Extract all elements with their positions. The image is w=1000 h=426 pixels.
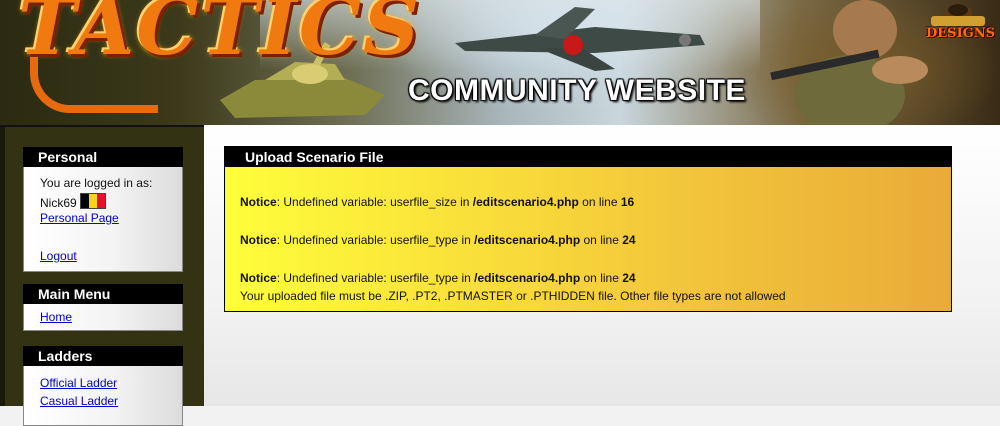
notice-text: : Undefined variable: userfile_type in bbox=[276, 233, 475, 247]
notice-line-text: on line bbox=[578, 195, 621, 209]
ladders-box: Ladders Official Ladder Casual Ladder bbox=[23, 346, 183, 426]
upload-panel: Upload Scenario File Notice: Undefined v… bbox=[224, 146, 952, 312]
notice-line-number: 24 bbox=[622, 233, 636, 247]
panel-body: Notice: Undefined variable: userfile_siz… bbox=[225, 167, 951, 311]
notice-message: Notice: Undefined variable: userfile_typ… bbox=[240, 233, 636, 247]
notice-label: Notice bbox=[240, 271, 277, 285]
personal-box-title: Personal bbox=[23, 147, 183, 167]
notice-text: : Undefined variable: userfile_type in bbox=[276, 271, 475, 285]
user-line: Nick69 bbox=[40, 193, 182, 211]
personal-box-body: You are logged in as: Nick69 Personal Pa… bbox=[23, 167, 183, 272]
notice-line-number: 16 bbox=[620, 195, 635, 209]
username: Nick69 bbox=[40, 196, 77, 210]
belgium-flag-icon bbox=[79, 193, 106, 209]
notice-file: /editscenario4.php bbox=[474, 233, 581, 247]
main-menu-body: Home bbox=[23, 304, 183, 331]
ladder-item-casual[interactable]: Casual Ladder bbox=[40, 392, 118, 410]
main-menu-box: Main Menu Home bbox=[23, 284, 183, 331]
notice-line-text: on line bbox=[580, 233, 623, 247]
panel-title: Upload Scenario File bbox=[225, 147, 951, 167]
personal-page-link[interactable]: Personal Page bbox=[40, 211, 119, 226]
banner-title: COMMUNITY WEBSITE bbox=[408, 74, 746, 107]
site-banner: TACTICS COMMUNITY WEBSITE DESIGNS bbox=[0, 0, 1000, 125]
main-content: Upload Scenario File Notice: Undefined v… bbox=[204, 125, 1000, 406]
ladder-item-official[interactable]: Official Ladder bbox=[40, 374, 117, 392]
logout-link[interactable]: Logout bbox=[40, 249, 77, 264]
upload-error-message: Your uploaded file must be .ZIP, .PT2, .… bbox=[240, 289, 786, 303]
notice-label: Notice bbox=[240, 233, 277, 247]
notice-file: /editscenario4.php bbox=[474, 271, 581, 285]
notice-file: /editscenario4.php bbox=[472, 195, 579, 209]
notice-line-number: 24 bbox=[622, 271, 636, 285]
notice-message: Notice: Undefined variable: userfile_siz… bbox=[240, 195, 634, 209]
sidebar-edge bbox=[0, 127, 5, 406]
logged-in-label: You are logged in as: bbox=[40, 176, 153, 190]
site-logo[interactable]: TACTICS bbox=[18, 0, 421, 73]
soldier-illustration bbox=[770, 0, 928, 125]
designs-label: DESIGNS bbox=[926, 26, 996, 41]
plane-illustration bbox=[455, 7, 705, 71]
ladders-title: Ladders bbox=[23, 346, 183, 366]
ladders-body: Official Ladder Casual Ladder bbox=[23, 366, 183, 426]
notice-line-text: on line bbox=[580, 271, 623, 285]
personal-box: Personal You are logged in as: Nick69 Pe… bbox=[23, 147, 183, 272]
sidebar: Personal You are logged in as: Nick69 Pe… bbox=[0, 125, 204, 426]
main-menu-title: Main Menu bbox=[23, 284, 183, 304]
notice-message: Notice: Undefined variable: userfile_typ… bbox=[240, 271, 636, 285]
menu-item-home[interactable]: Home bbox=[40, 310, 72, 325]
notice-text: : Undefined variable: userfile_size in bbox=[276, 195, 473, 209]
notice-label: Notice bbox=[240, 195, 277, 209]
